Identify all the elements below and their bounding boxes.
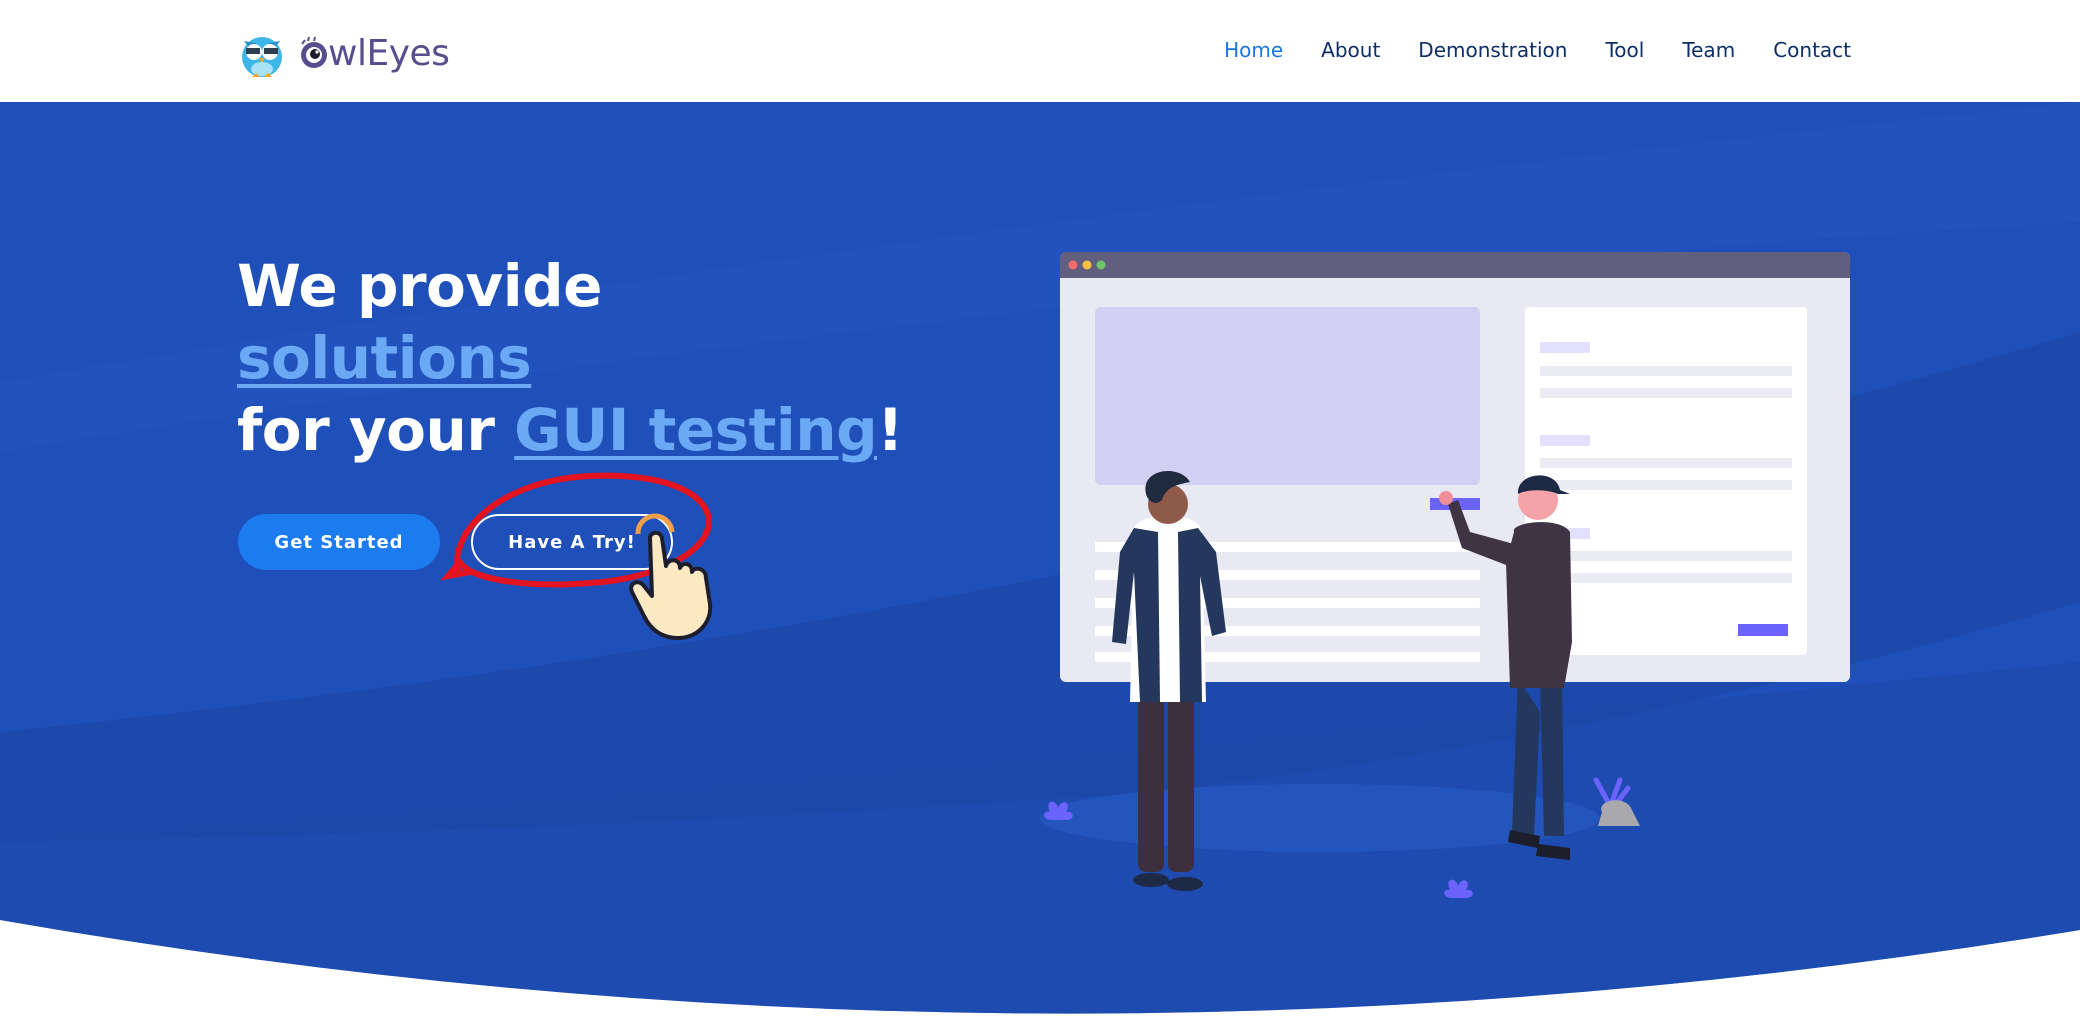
get-started-button[interactable]: Get Started <box>238 514 440 570</box>
nav-demonstration[interactable]: Demonstration <box>1418 38 1567 62</box>
headline-highlight-solutions: solutions <box>237 324 532 392</box>
hero-illustration <box>1044 252 1850 898</box>
hero-section: We provide solutions for your GUI testin… <box>0 102 2080 1034</box>
eye-logo-icon <box>301 36 327 68</box>
hero-headline: We provide solutions for your GUI testin… <box>237 250 904 466</box>
nav-contact[interactable]: Contact <box>1773 38 1851 62</box>
site-header: wlEyes Home About Demonstration Tool Tea… <box>0 0 2080 102</box>
headline-line1: We provide <box>237 252 602 320</box>
headline-line3-suffix: ! <box>877 396 904 464</box>
nav-team[interactable]: Team <box>1682 38 1735 62</box>
logo-wordmark: wlEyes <box>296 32 450 74</box>
owl-logo-icon <box>242 37 282 77</box>
logo-text: wlEyes <box>328 32 450 74</box>
nav-home[interactable]: Home <box>1224 38 1283 62</box>
headline-line3-prefix: for your <box>237 396 515 464</box>
headline-highlight-gui-testing: GUI testing <box>514 396 878 464</box>
have-a-try-button[interactable]: Have A Try! <box>471 514 673 570</box>
nav-tool[interactable]: Tool <box>1605 38 1644 62</box>
main-nav: Home About Demonstration Tool Team Conta… <box>1224 38 1851 62</box>
logo[interactable]: wlEyes <box>236 26 450 80</box>
nav-about[interactable]: About <box>1321 38 1380 62</box>
